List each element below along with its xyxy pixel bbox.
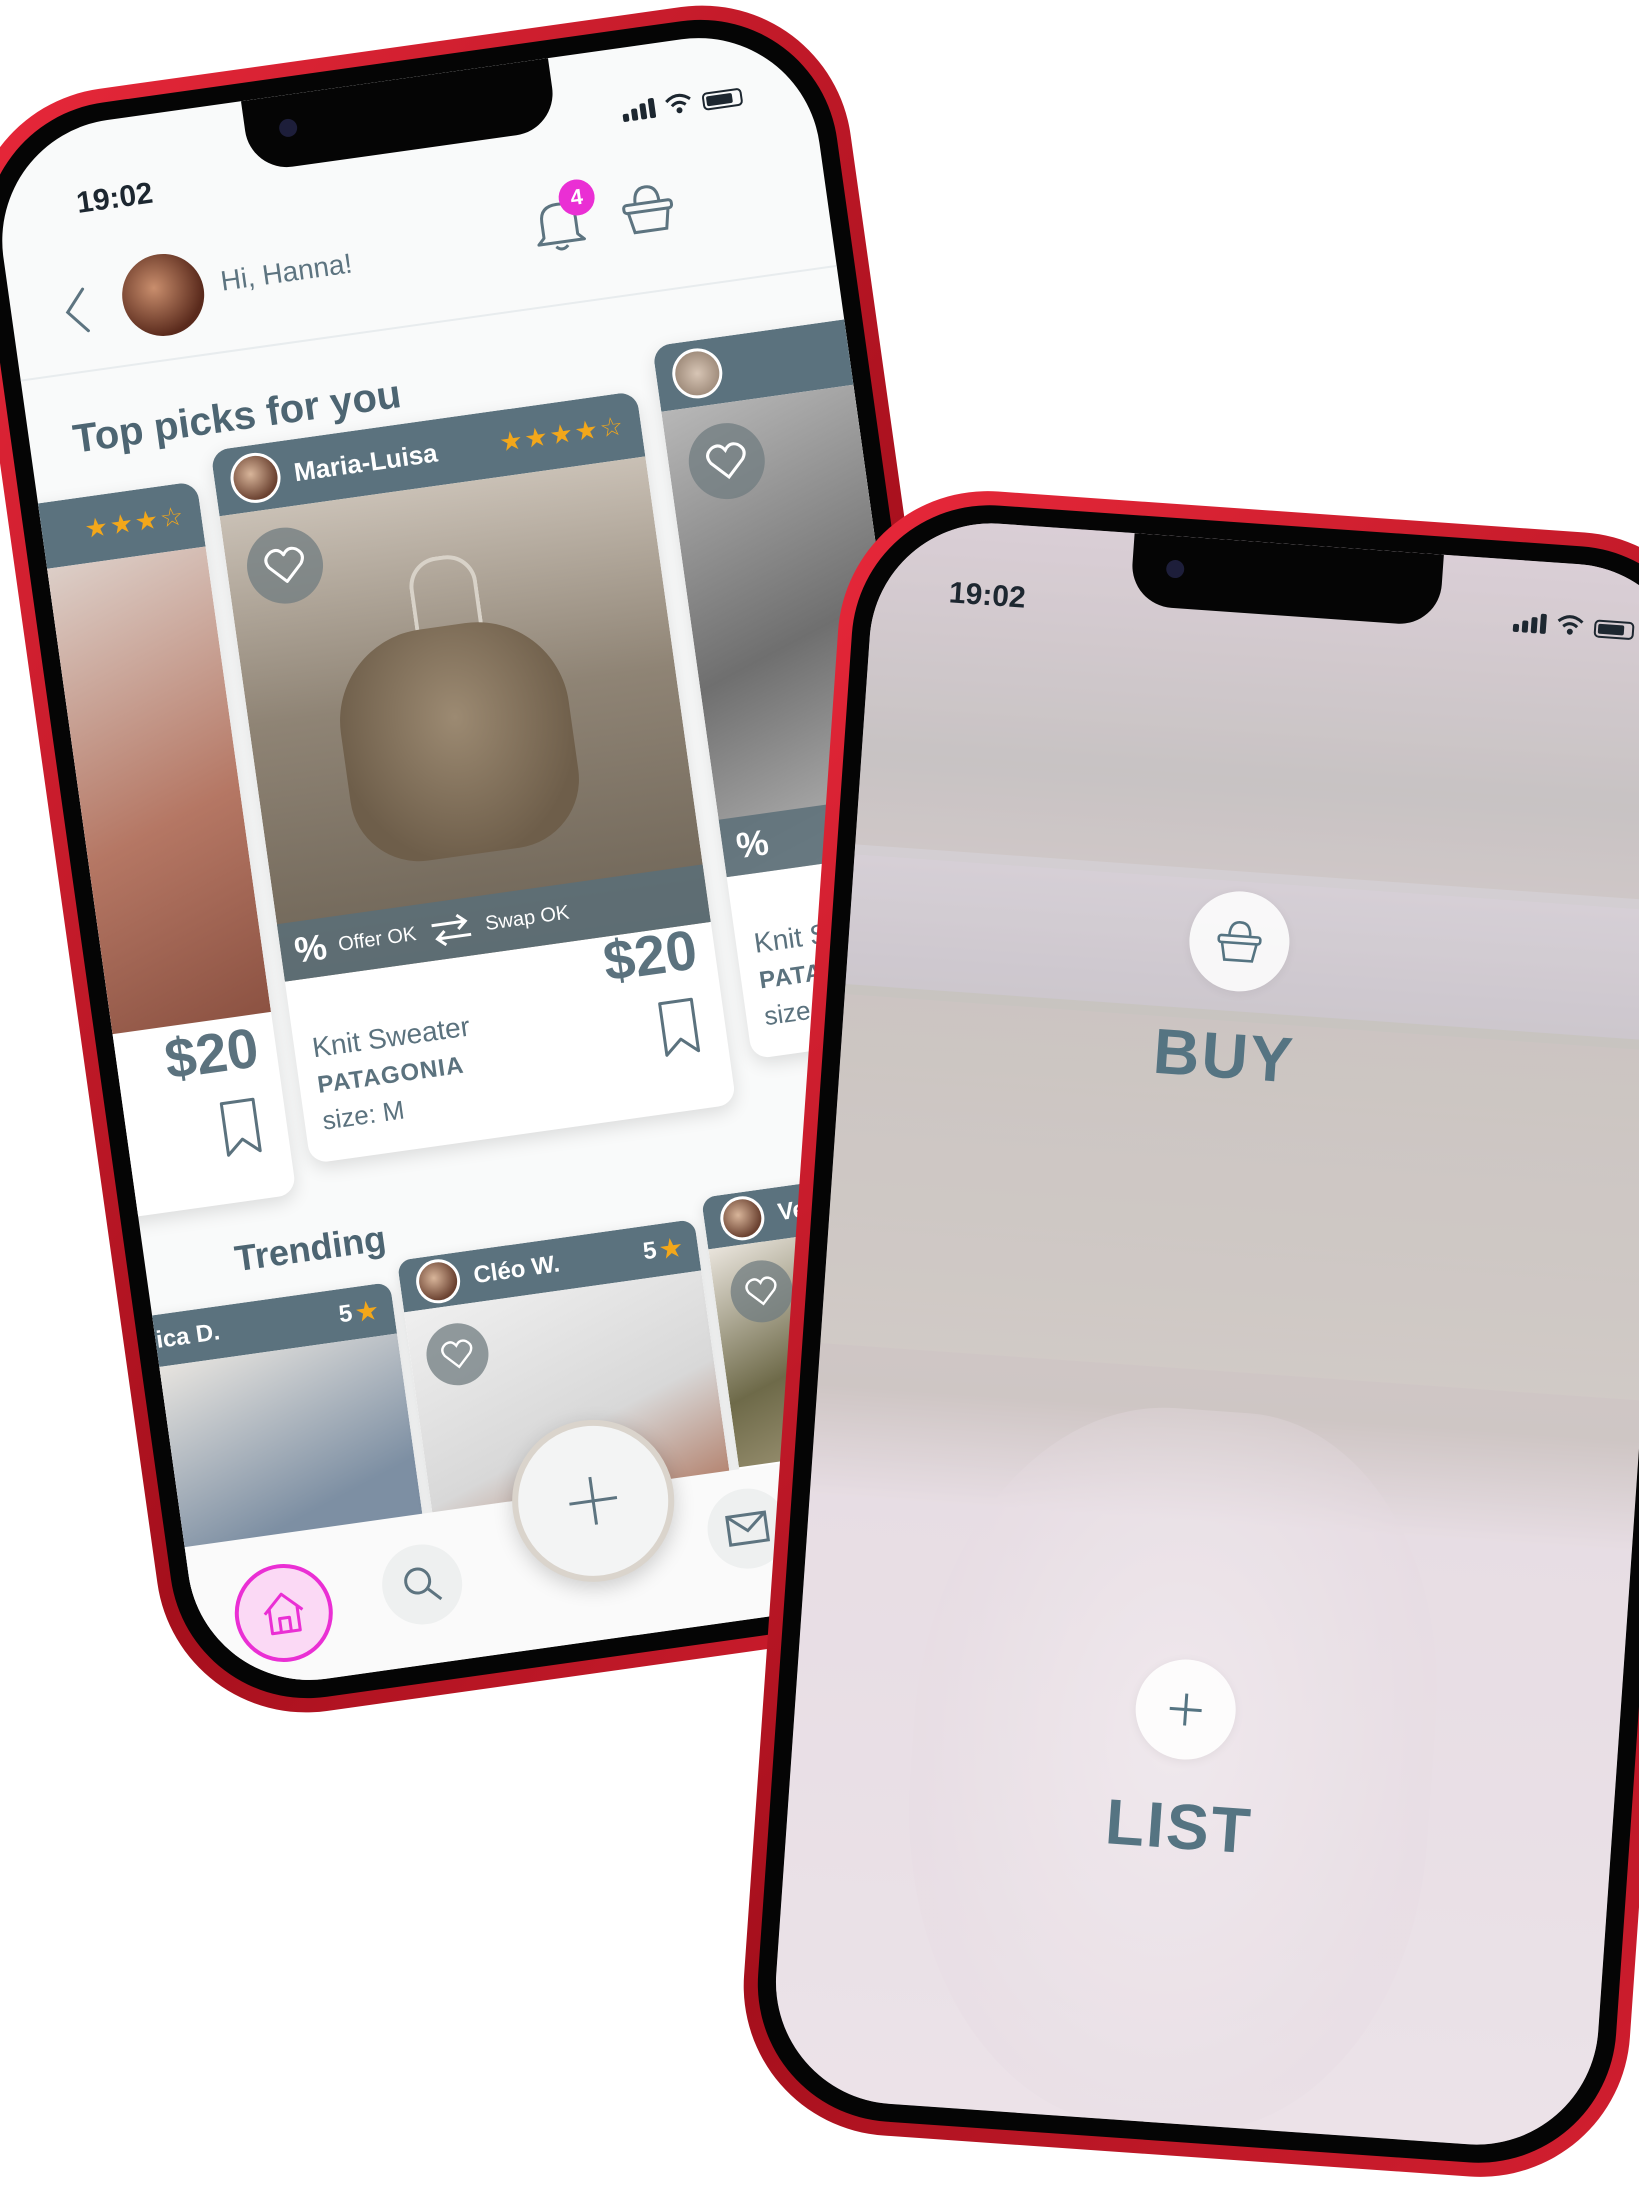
home-icon: [263, 1592, 304, 1636]
buy-label[interactable]: BUY: [1151, 1014, 1297, 1098]
rating-stars: ★★★☆: [82, 501, 188, 545]
heart-icon: [706, 442, 746, 480]
seller-avatar: [717, 1193, 768, 1244]
bookmark-icon[interactable]: [653, 994, 705, 1060]
favorite-button[interactable]: [726, 1256, 797, 1327]
percent-icon: %: [291, 925, 330, 971]
battery-icon: [1593, 619, 1635, 641]
favorite-button[interactable]: [683, 418, 770, 505]
notch: [240, 58, 558, 173]
chevron-left-icon: [65, 287, 90, 333]
rating-value: 5: [641, 1236, 659, 1266]
price: $20: [599, 917, 701, 993]
add-icon: [569, 1476, 618, 1525]
seller-avatar: [227, 449, 284, 507]
basket-button[interactable]: [608, 169, 687, 248]
search-icon: [404, 1567, 443, 1601]
phone-buy-list: 19:02 BUY LIST: [733, 481, 1639, 2187]
basket-icon: [622, 185, 674, 235]
heart-icon: [745, 1276, 777, 1306]
star-icon: ★: [354, 1296, 380, 1327]
notifications-button[interactable]: 4: [520, 177, 599, 263]
user-avatar[interactable]: [116, 248, 210, 342]
seller-name: nica D.: [139, 1318, 222, 1356]
wifi-icon: [1557, 615, 1584, 635]
basket-icon: [1217, 921, 1262, 963]
favorite-button[interactable]: [242, 522, 328, 609]
mail-icon: [725, 1510, 771, 1547]
signal-icon: [1512, 612, 1547, 635]
sweater-image: [328, 610, 588, 871]
list-label[interactable]: LIST: [1103, 1784, 1254, 1868]
product-photo: [0, 546, 272, 1051]
heart-icon: [264, 546, 304, 583]
swap-icon: [430, 913, 471, 947]
battery-icon: [701, 87, 744, 111]
rating-value: 5: [337, 1299, 355, 1329]
trending-title: Trending: [232, 1217, 389, 1280]
heart-icon: [441, 1339, 473, 1369]
bookmark-icon[interactable]: [215, 1094, 267, 1160]
price: $20: [160, 1015, 263, 1091]
wifi-icon: [665, 93, 691, 114]
signal-icon: [621, 97, 657, 123]
add-icon: [1169, 1693, 1202, 1726]
back-button[interactable]: [47, 273, 106, 349]
product-card[interactable]: Maria-Luisa ★★★★☆ % Offer OK Swap OK Kni…: [210, 391, 737, 1164]
status-time: 19:02: [74, 176, 155, 220]
offer-label: Offer OK: [336, 922, 418, 956]
swap-label: Swap OK: [483, 901, 571, 935]
seller-avatar: [413, 1256, 463, 1307]
seller-name: Cléo W.: [471, 1250, 562, 1290]
star-icon: ★: [658, 1233, 684, 1264]
status-time: 19:02: [947, 576, 1027, 615]
greeting-text: Hi, Hanna!: [218, 247, 355, 297]
buy-list-screen: 19:02 BUY LIST: [767, 515, 1639, 2153]
tab-search[interactable]: [376, 1539, 468, 1630]
product-photo: % Offer OK Swap OK: [219, 456, 711, 982]
status-icons: [621, 84, 744, 123]
tab-home[interactable]: [228, 1557, 340, 1669]
favorite-button[interactable]: [422, 1319, 493, 1390]
seller-avatar: [669, 345, 726, 402]
seller-name: Maria-Luisa: [292, 436, 440, 487]
rating-stars: ★★★★☆: [497, 411, 627, 459]
